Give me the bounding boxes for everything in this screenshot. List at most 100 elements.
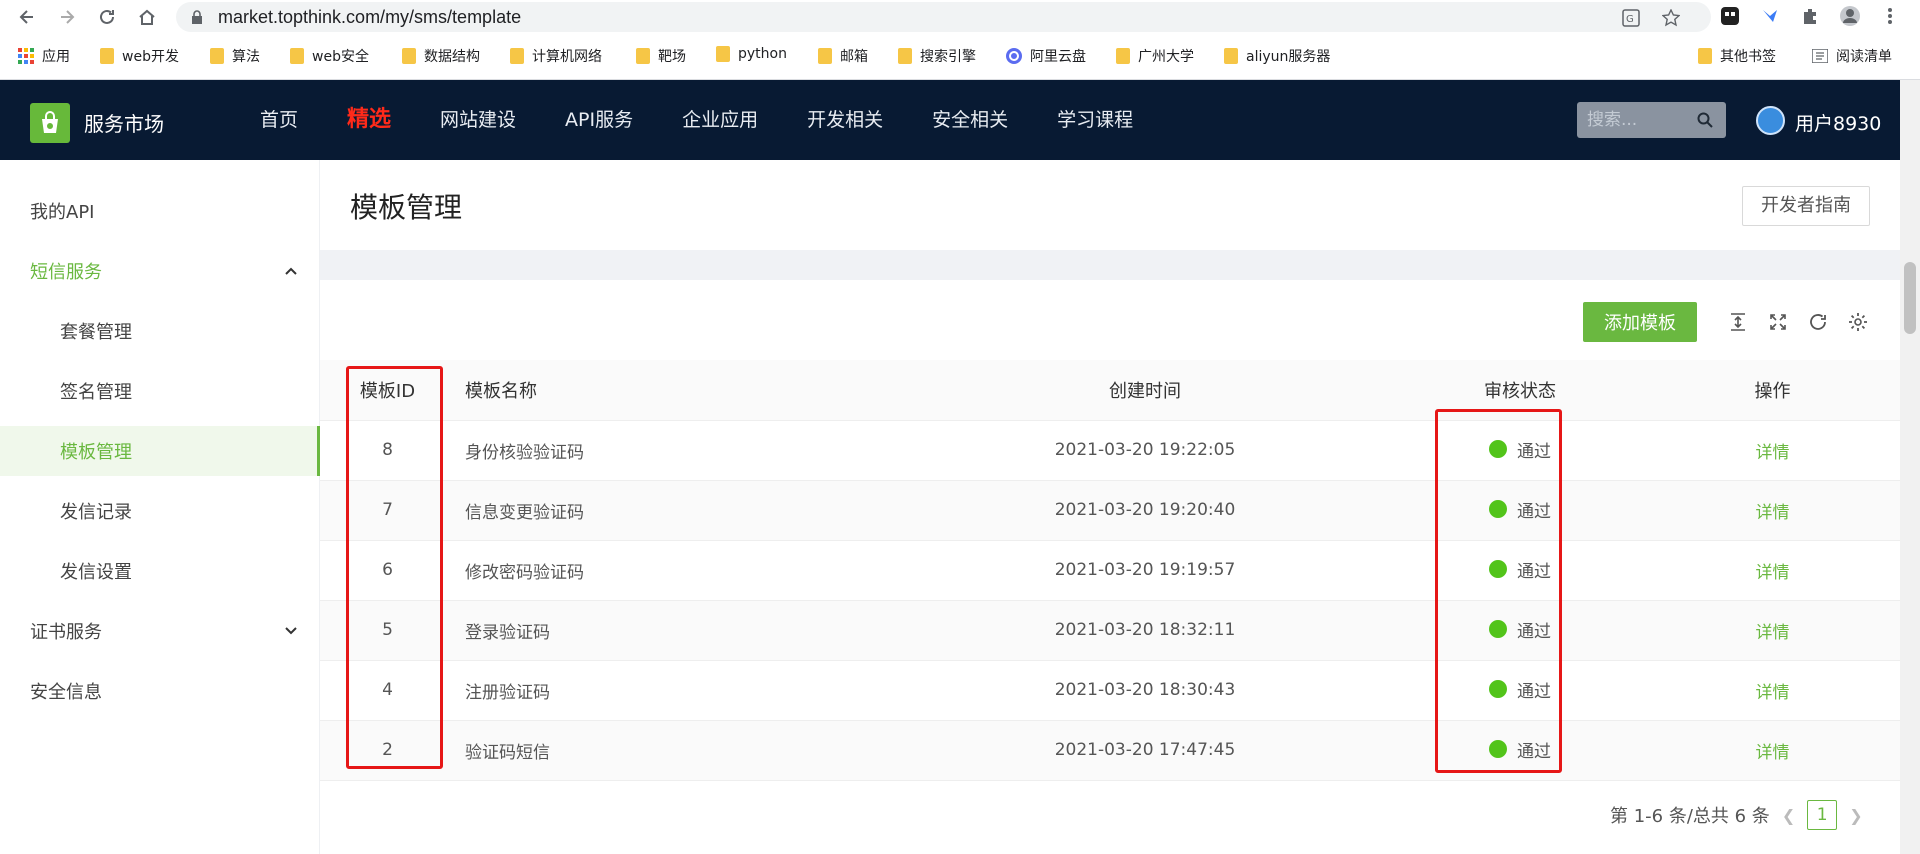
address-bar[interactable]: market.topthink.com/my/sms/template G [176, 2, 1711, 32]
sidebar-item-sms-service[interactable]: 短信服务 [0, 246, 320, 296]
reading-list[interactable]: 阅读清单 [1812, 46, 1892, 66]
sidebar-item-cert-service[interactable]: 证书服务 [0, 606, 320, 656]
detail-link[interactable]: 详情 [1756, 563, 1790, 583]
nav-featured[interactable]: 精选 [347, 80, 391, 160]
page-number[interactable]: 1 [1807, 800, 1838, 830]
bookmark-site[interactable]: 阿里云盘 [1006, 46, 1086, 66]
column-height-icon[interactable] [1726, 310, 1750, 334]
search-input[interactable] [1587, 108, 1692, 132]
bookmark-folder[interactable]: 广州大学 [1116, 46, 1194, 66]
nav-development[interactable]: 开发相关 [807, 80, 883, 160]
fullscreen-icon[interactable] [1766, 310, 1790, 334]
table-row: 7 信息变更验证码 2021-03-20 19:20:40 通过 详情 [320, 480, 1900, 541]
folder-icon [636, 48, 650, 64]
nav-courses[interactable]: 学习课程 [1057, 80, 1133, 160]
folder-icon [1224, 48, 1238, 64]
extension-bird-icon[interactable] [1758, 4, 1782, 28]
status-dot-icon [1489, 500, 1507, 519]
bookmark-folder[interactable]: web安全 [290, 46, 369, 66]
username[interactable]: 用户8930 [1795, 109, 1881, 136]
search-icon[interactable] [1696, 111, 1714, 129]
scrollbar-thumb[interactable] [1904, 262, 1916, 334]
reload-icon[interactable] [94, 4, 120, 30]
bookmark-folder[interactable]: 计算机网络 [510, 46, 602, 66]
bookmark-folder[interactable]: aliyun服务器 [1224, 46, 1330, 66]
status-cell: 通过 [1395, 420, 1645, 481]
developer-guide-button[interactable]: 开发者指南 [1742, 186, 1870, 226]
pagination-summary: 第 1-6 条/总共 6 条 [1610, 806, 1770, 827]
action-cell: 详情 [1645, 480, 1900, 541]
bookmark-folder[interactable]: 搜索引擎 [898, 46, 976, 66]
add-template-button[interactable]: 添加模板 [1583, 302, 1697, 342]
detail-link[interactable]: 详情 [1756, 683, 1790, 703]
sidebar-item-security-info[interactable]: 安全信息 [0, 666, 320, 716]
menu-dots-icon[interactable] [1878, 4, 1902, 28]
detail-link[interactable]: 详情 [1756, 503, 1790, 523]
bookmark-label: 搜索引擎 [920, 49, 976, 65]
puzzle-icon[interactable] [1798, 4, 1822, 28]
column-header-actions: 操作 [1645, 360, 1900, 421]
status-cell: 通过 [1395, 600, 1645, 661]
sidebar-item-templates[interactable]: 模板管理 [0, 426, 320, 476]
star-icon[interactable] [1661, 8, 1681, 28]
column-header-template-id[interactable]: 模板ID [320, 360, 455, 421]
browser-toolbar: market.topthink.com/my/sms/template G [0, 0, 1920, 33]
detail-link[interactable]: 详情 [1756, 443, 1790, 463]
bookmark-folder[interactable]: 数据结构 [402, 46, 480, 66]
back-arrow-icon[interactable] [14, 4, 40, 30]
status-badge: 通过 [1517, 561, 1551, 582]
detail-link[interactable]: 详情 [1756, 623, 1790, 643]
bookmark-folder[interactable]: 靶场 [636, 46, 686, 66]
bookmark-folder[interactable]: web开发 [100, 46, 179, 66]
table-row: 8 身份核验验证码 2021-03-20 19:22:05 通过 详情 [320, 420, 1900, 481]
avatar[interactable] [1756, 106, 1785, 135]
sidebar-item-label: 发信记录 [60, 502, 132, 523]
nav-security[interactable]: 安全相关 [932, 80, 1008, 160]
nav-api-services[interactable]: API服务 [565, 80, 633, 160]
bookmark-label: 阅读清单 [1836, 49, 1892, 65]
prev-page-chevron-icon[interactable]: ❮ [1782, 806, 1795, 825]
bookmark-folder[interactable]: 邮箱 [818, 46, 868, 66]
sidebar-item-send-records[interactable]: 发信记录 [0, 486, 320, 536]
next-page-chevron-icon[interactable]: ❯ [1849, 806, 1862, 825]
template-table: 模板ID 模板名称 创建时间 审核状态 操作 8 身份核验验证码 2021-03… [320, 360, 1900, 781]
chevron-down-icon [284, 624, 298, 638]
brand-name[interactable]: 服务市场 [84, 108, 164, 137]
sidebar-item-my-api[interactable]: 我的API [0, 186, 320, 236]
lock-icon [190, 9, 204, 25]
extension-dark-icon[interactable] [1718, 4, 1742, 28]
action-cell: 详情 [1645, 420, 1900, 481]
nav-enterprise-apps[interactable]: 企业应用 [682, 80, 758, 160]
folder-icon [818, 48, 832, 64]
refresh-icon[interactable] [1806, 310, 1830, 334]
sidebar-item-send-settings[interactable]: 发信设置 [0, 546, 320, 596]
shopping-bag-logo-icon[interactable] [30, 103, 70, 143]
page-scrollbar[interactable] [1900, 80, 1920, 854]
status-badge: 通过 [1517, 501, 1551, 522]
sidebar-item-packages[interactable]: 套餐管理 [0, 306, 320, 356]
chevron-up-icon [284, 264, 298, 278]
column-header-template-name[interactable]: 模板名称 [455, 360, 895, 421]
bookmark-folder[interactable]: python [716, 46, 787, 62]
bookmark-label: 数据结构 [424, 49, 480, 65]
detail-link[interactable]: 详情 [1756, 743, 1790, 763]
gear-icon[interactable] [1846, 310, 1870, 334]
bookmark-folder[interactable]: 算法 [210, 46, 260, 66]
column-header-created-time[interactable]: 创建时间 [895, 360, 1395, 421]
folder-icon [402, 48, 416, 64]
status-dot-icon [1489, 560, 1507, 579]
bookmark-apps[interactable]: 应用 [18, 46, 70, 66]
other-bookmarks[interactable]: 其他书签 [1698, 46, 1776, 66]
home-icon[interactable] [134, 4, 160, 30]
status-cell: 通过 [1395, 720, 1645, 781]
status-dot-icon [1489, 440, 1507, 459]
table-row: 6 修改密码验证码 2021-03-20 19:19:57 通过 详情 [320, 540, 1900, 601]
translate-icon[interactable]: G [1621, 8, 1641, 28]
sidebar-item-signatures[interactable]: 签名管理 [0, 366, 320, 416]
url-text[interactable]: market.topthink.com/my/sms/template [218, 7, 521, 28]
profile-icon[interactable] [1838, 4, 1862, 28]
forward-arrow-icon[interactable] [54, 4, 80, 30]
nav-home[interactable]: 首页 [260, 80, 298, 160]
nav-website-building[interactable]: 网站建设 [440, 80, 516, 160]
column-header-review-status[interactable]: 审核状态 [1395, 360, 1645, 421]
